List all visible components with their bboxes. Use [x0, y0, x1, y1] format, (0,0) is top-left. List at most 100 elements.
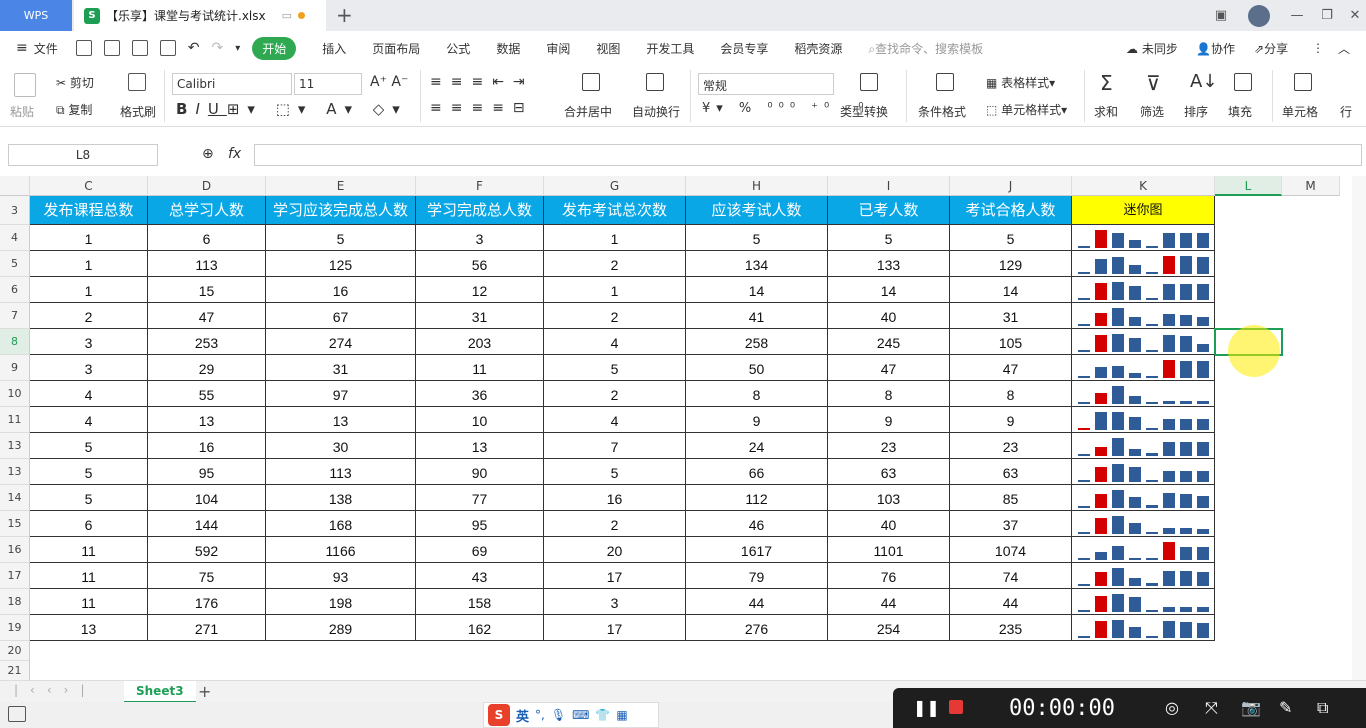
table-cell[interactable]: 56 [416, 251, 544, 277]
font-style-buttons[interactable]: BIU⊞▾ ⬚▾ A▾ ◇▾ [176, 100, 408, 118]
table-cell[interactable]: 6 [148, 225, 266, 251]
table-header-cell[interactable]: 应该考试人数 [686, 196, 828, 225]
avatar[interactable] [1242, 0, 1276, 31]
table-cell[interactable]: 2 [544, 251, 686, 277]
menu-view[interactable]: 视图 [596, 40, 620, 57]
table-cell[interactable]: 43 [416, 563, 544, 589]
align-buttons-top[interactable]: ≡≡≡⇤⇥ [430, 74, 534, 90]
sum-icon[interactable]: Σ [1100, 71, 1113, 95]
table-cell[interactable]: 69 [416, 537, 544, 563]
row-header-13[interactable]: 13 [0, 459, 30, 485]
camera-toggle-icon[interactable]: ◎ [1165, 698, 1179, 717]
table-header-cell[interactable]: 发布考试总次数 [544, 196, 686, 225]
collaborate-button[interactable]: 👤协作 [1196, 40, 1235, 57]
table-cell[interactable]: 10 [416, 407, 544, 433]
more-icon[interactable]: ⋮ [1312, 41, 1324, 55]
table-header-cell[interactable]: 考试合格人数 [950, 196, 1072, 225]
row-header-21[interactable]: 21 [0, 661, 30, 681]
stop-icon[interactable] [949, 700, 963, 714]
document-tab[interactable]: S 【乐享】课堂与考试统计.xlsx ▭ [74, 0, 326, 31]
table-cell[interactable]: 85 [950, 485, 1072, 511]
table-cell[interactable]: 24 [686, 433, 828, 459]
font-name-select[interactable]: Calibri [172, 73, 292, 95]
sparkline-cell[interactable] [1072, 485, 1215, 511]
table-cell[interactable]: 1166 [266, 537, 416, 563]
zoom-icon[interactable]: ⊕ [202, 146, 214, 162]
number-format-select[interactable]: 常规 [698, 73, 834, 95]
table-cell[interactable]: 112 [686, 485, 828, 511]
table-cell[interactable]: 198 [266, 589, 416, 615]
table-cell[interactable]: 6 [30, 511, 148, 537]
table-cell[interactable]: 3 [30, 329, 148, 355]
row-header-8[interactable]: 8 [0, 329, 30, 355]
table-cell[interactable]: 1 [30, 251, 148, 277]
table-header-cell[interactable]: 发布课程总数 [30, 196, 148, 225]
table-cell[interactable]: 5 [266, 225, 416, 251]
column-header-k[interactable]: K [1072, 176, 1215, 196]
table-cell[interactable]: 31 [416, 303, 544, 329]
table-cell[interactable]: 1 [544, 225, 686, 251]
menu-page-layout[interactable]: 页面布局 [372, 40, 420, 57]
table-cell[interactable]: 5 [828, 225, 950, 251]
column-header-d[interactable]: D [148, 176, 266, 196]
table-cell[interactable]: 103 [828, 485, 950, 511]
table-header-cell[interactable]: 总学习人数 [148, 196, 266, 225]
hamburger-icon[interactable]: ≡ [16, 40, 28, 56]
skin-icon[interactable]: 👕 [595, 708, 610, 722]
table-cell[interactable]: 31 [950, 303, 1072, 329]
table-cell[interactable]: 1617 [686, 537, 828, 563]
table-cell[interactable]: 176 [148, 589, 266, 615]
table-cell[interactable]: 592 [148, 537, 266, 563]
table-cell[interactable]: 55 [148, 381, 266, 407]
table-cell[interactable]: 37 [950, 511, 1072, 537]
table-cell[interactable]: 1 [30, 225, 148, 251]
menu-file[interactable]: 文件 [34, 40, 58, 57]
column-header-l[interactable]: L [1215, 176, 1282, 196]
menu-member[interactable]: 会员专享 [720, 40, 768, 57]
table-cell[interactable]: 47 [148, 303, 266, 329]
row-header-16[interactable]: 16 [0, 537, 30, 563]
search-command[interactable]: ⌕查找命令、搜索模板 [868, 40, 983, 57]
table-cell[interactable]: 41 [686, 303, 828, 329]
status-icon[interactable] [8, 706, 26, 722]
table-cell[interactable]: 23 [950, 433, 1072, 459]
sparkline-cell[interactable] [1072, 355, 1215, 381]
toolbox-icon[interactable]: ▦ [616, 708, 627, 722]
sparkline-cell[interactable] [1072, 303, 1215, 329]
table-cell[interactable]: 8 [828, 381, 950, 407]
table-cell[interactable]: 9 [950, 407, 1072, 433]
table-cell[interactable]: 113 [148, 251, 266, 277]
table-cell[interactable]: 5 [950, 225, 1072, 251]
table-cell[interactable]: 20 [544, 537, 686, 563]
fill-icon[interactable] [1234, 73, 1252, 91]
table-cell[interactable]: 245 [828, 329, 950, 355]
menu-docer[interactable]: 稻壳资源 [794, 40, 842, 57]
table-cell[interactable]: 16 [266, 277, 416, 303]
table-cell[interactable]: 13 [148, 407, 266, 433]
collapse-ribbon-icon[interactable]: ︿ [1338, 40, 1350, 57]
table-cell[interactable]: 133 [828, 251, 950, 277]
row-header-4[interactable]: 4 [0, 225, 30, 251]
table-header-cell[interactable]: 学习完成总人数 [416, 196, 544, 225]
table-cell[interactable]: 44 [686, 589, 828, 615]
table-cell[interactable]: 4 [30, 407, 148, 433]
table-cell[interactable]: 162 [416, 615, 544, 641]
table-cell[interactable]: 14 [828, 277, 950, 303]
cut-button[interactable]: ✂ 剪切 [56, 74, 94, 91]
quick-access-more-icon[interactable]: ▾ [235, 43, 240, 54]
column-header-i[interactable]: I [828, 176, 950, 196]
column-header-g[interactable]: G [544, 176, 686, 196]
mic-icon[interactable]: 🎙 [551, 708, 566, 722]
row-header-19[interactable]: 19 [0, 615, 30, 641]
menu-data[interactable]: 数据 [496, 40, 520, 57]
table-cell[interactable]: 5 [544, 355, 686, 381]
monitor-icon[interactable]: ▭ [282, 9, 292, 22]
table-cell[interactable]: 258 [686, 329, 828, 355]
table-cell[interactable]: 1074 [950, 537, 1072, 563]
table-cell[interactable]: 254 [828, 615, 950, 641]
sort-icon[interactable]: A↓ [1190, 71, 1217, 92]
table-cell[interactable]: 40 [828, 511, 950, 537]
table-cell[interactable]: 104 [148, 485, 266, 511]
merge-center-icon[interactable] [582, 73, 600, 91]
table-cell[interactable]: 11 [30, 563, 148, 589]
